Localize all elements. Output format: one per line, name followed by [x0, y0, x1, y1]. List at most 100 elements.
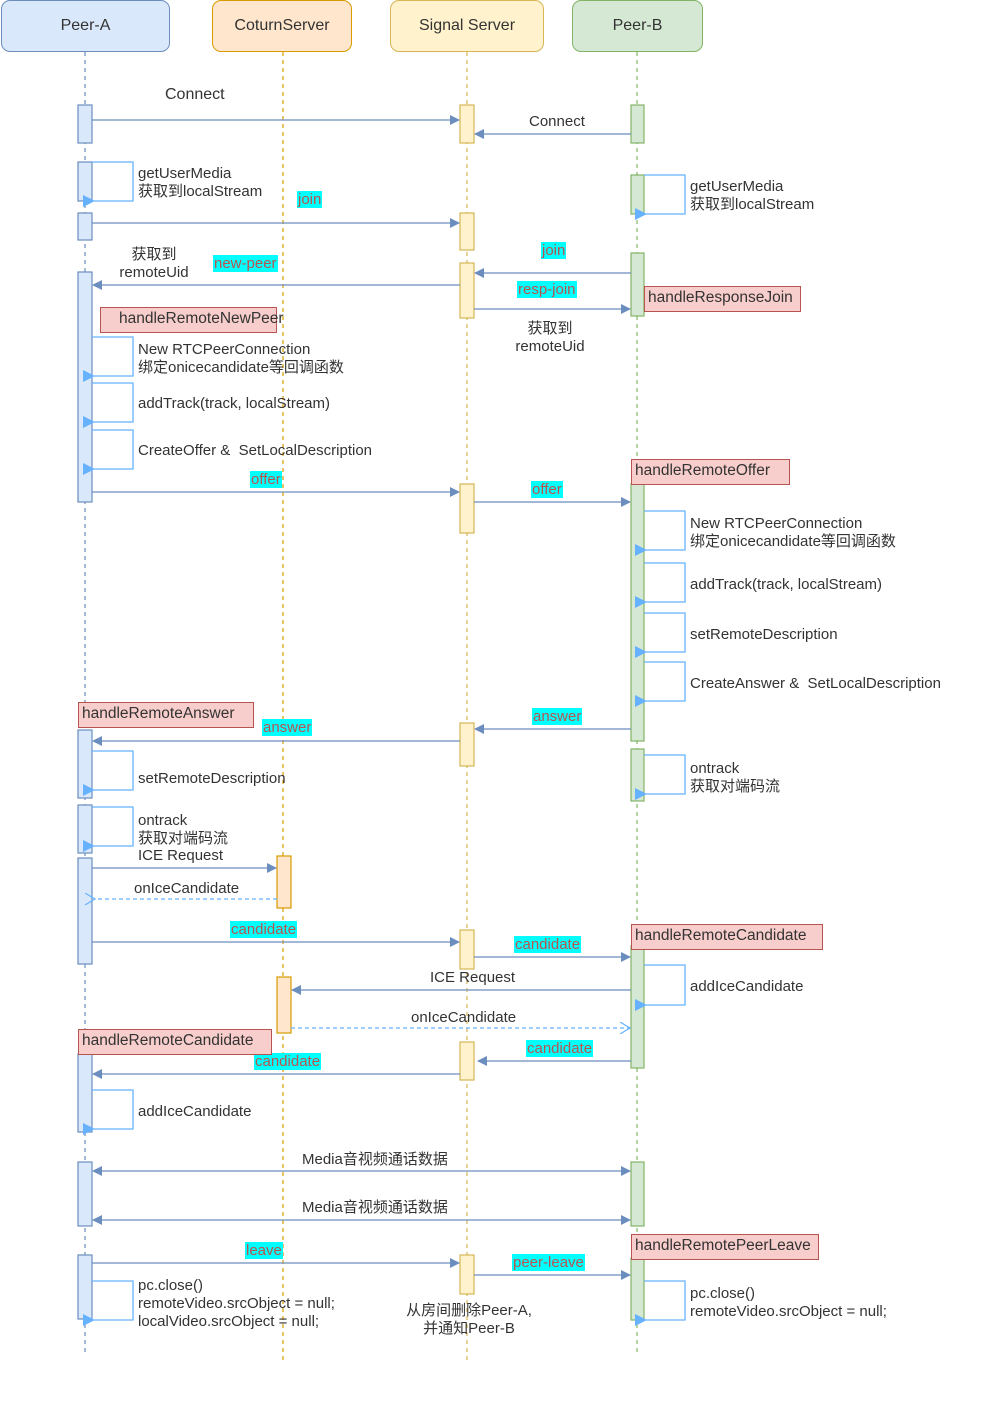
handler-remote-candidate-a: handleRemoteCandidate	[78, 1029, 272, 1055]
activation-signal	[459, 1041, 475, 1081]
label-add-track-a: addTrack(track, localStream)	[138, 395, 330, 412]
label-create-offer: CreateOffer & SetLocalDescription	[138, 442, 373, 459]
self-loop-new-pc-b	[635, 510, 686, 556]
participant-label: Peer-B	[612, 17, 663, 34]
activation-peer-a	[77, 1053, 93, 1133]
label-connect-a: Connect	[165, 86, 225, 103]
message-offer-a: offer	[250, 471, 282, 488]
activation-peer-a	[77, 1254, 93, 1320]
activation-peer-b	[630, 483, 645, 742]
participant-label: CoturnServer	[234, 17, 330, 34]
activation-peer-a	[77, 104, 93, 144]
label-on-ice-candidate-b: onIceCandidate	[411, 1009, 517, 1026]
label-add-ice-b: addIceCandidate	[690, 978, 804, 995]
message-answer-b: answer	[532, 708, 583, 725]
activation-peer-a	[77, 804, 93, 854]
self-loop-getusermedia-b	[635, 174, 686, 220]
activation-signal	[459, 929, 475, 970]
handler-remote-new-peer: handleRemoteNewPeer	[100, 307, 284, 333]
activation-signal	[459, 104, 475, 144]
label-ontrack-a: ontrack 获取对端码流	[138, 812, 229, 847]
label-set-remote-a: setRemoteDescription	[138, 770, 286, 787]
self-loop-add-ice-a	[83, 1089, 134, 1135]
participant-label: Peer-A	[60, 17, 111, 34]
handler-response-join: handleResponseJoin	[644, 286, 801, 312]
message-join-a: join	[297, 191, 323, 208]
label-connect-b: Connect	[529, 113, 585, 130]
label-set-remote-b: setRemoteDescription	[690, 626, 838, 643]
activation-signal	[459, 722, 475, 767]
label-new-pc-b: New RTCPeerConnection 绑定onicecandidate等回…	[690, 515, 896, 550]
message-candidate-a-to-server: candidate	[230, 921, 298, 938]
message-candidate-server-to-a: candidate	[254, 1053, 322, 1070]
message-peer-leave: peer-leave	[512, 1254, 585, 1271]
self-loop-add-track-b	[635, 562, 686, 608]
label-on-ice-candidate-a: onIceCandidate	[134, 880, 240, 897]
activation-signal	[459, 212, 475, 251]
message-candidate-b-to-server: candidate	[526, 1040, 594, 1057]
message-join-b: join	[541, 242, 567, 259]
label-media-1: Media音视频通话数据	[302, 1151, 448, 1168]
message-candidate-server-to-b: candidate	[514, 936, 582, 953]
activation-peer-a	[77, 212, 93, 241]
label-create-answer: CreateAnswer & SetLocalDescription	[690, 675, 941, 692]
handler-remote-answer: handleRemoteAnswer	[78, 702, 254, 728]
activation-signal	[459, 262, 475, 319]
activation-signal	[459, 483, 475, 534]
activation-peer-a	[77, 1161, 93, 1227]
participant-signal-server: Signal Server	[390, 0, 544, 52]
activation-signal	[459, 1254, 475, 1295]
message-offer-b: offer	[531, 481, 563, 498]
message-leave: leave	[245, 1242, 283, 1259]
activation-peer-b	[630, 1161, 645, 1227]
activation-peer-b	[630, 174, 645, 215]
sequence-diagram: Peer-A CoturnServer Signal Server Peer-B…	[0, 0, 991, 1417]
self-loop-new-pc-a	[83, 336, 134, 382]
message-resp-join: resp-join	[517, 281, 577, 298]
label-new-pc-a: New RTCPeerConnection 绑定onicecandidate等回…	[138, 341, 344, 376]
self-loop-add-track-a	[83, 382, 134, 428]
activation-peer-b	[630, 945, 645, 1069]
activation-coturn	[276, 855, 292, 909]
handler-remote-peer-leave: handleRemotePeerLeave	[631, 1234, 819, 1260]
activation-peer-b	[630, 748, 645, 802]
self-loop-close-a	[83, 1280, 134, 1326]
label-ice-request-a: ICE Request	[138, 847, 224, 864]
self-loop-ontrack-b	[635, 754, 686, 800]
label-getusermedia-b: getUserMedia 获取到localStream	[690, 178, 815, 213]
activation-coturn	[276, 976, 292, 1034]
label-got-remote-uid-a: 获取到 remoteUid	[119, 246, 189, 281]
label-ice-request-b: ICE Request	[430, 969, 516, 986]
participant-peer-b: Peer-B	[572, 0, 703, 52]
self-loop-create-answer	[635, 661, 686, 707]
activation-peer-a	[77, 161, 93, 202]
handler-remote-offer: handleRemoteOffer	[631, 459, 790, 485]
label-got-remote-uid-b: 获取到 remoteUid	[515, 320, 585, 355]
label-close-b: pc.close() remoteVideo.srcObject = null;	[690, 1285, 887, 1320]
label-close-a: pc.close() remoteVideo.srcObject = null;…	[138, 1277, 335, 1330]
label-add-track-b: addTrack(track, localStream)	[690, 576, 882, 593]
activation-peer-a	[77, 729, 93, 799]
self-loop-ontrack-a	[83, 806, 134, 852]
message-new-peer: new-peer	[213, 255, 278, 272]
activation-peer-b	[630, 104, 645, 144]
self-loop-set-remote-b	[635, 612, 686, 658]
message-answer-a: answer	[262, 719, 313, 736]
self-loop-close-b	[635, 1280, 686, 1326]
self-loop-create-offer	[83, 429, 134, 475]
label-getusermedia-a: getUserMedia 获取到localStream	[138, 165, 263, 200]
label-add-ice-a: addIceCandidate	[138, 1103, 252, 1120]
label-media-2: Media音视频通话数据	[302, 1199, 448, 1216]
self-loop-getusermedia-a	[83, 161, 134, 207]
participant-peer-a: Peer-A	[1, 0, 170, 52]
label-ontrack-b: ontrack 获取对端码流	[690, 760, 781, 795]
self-loop-set-remote-a	[83, 750, 134, 796]
self-loop-add-ice-b	[635, 964, 686, 1011]
handler-remote-candidate-b: handleRemoteCandidate	[631, 924, 823, 950]
participant-coturn-server: CoturnServer	[212, 0, 352, 52]
label-server-remove: 从房间删除Peer-A, 并通知Peer-B	[406, 1302, 532, 1337]
activation-peer-a	[77, 271, 93, 503]
activation-peer-a	[77, 857, 93, 965]
activation-peer-b	[630, 252, 645, 317]
activation-peer-b	[630, 1257, 645, 1321]
